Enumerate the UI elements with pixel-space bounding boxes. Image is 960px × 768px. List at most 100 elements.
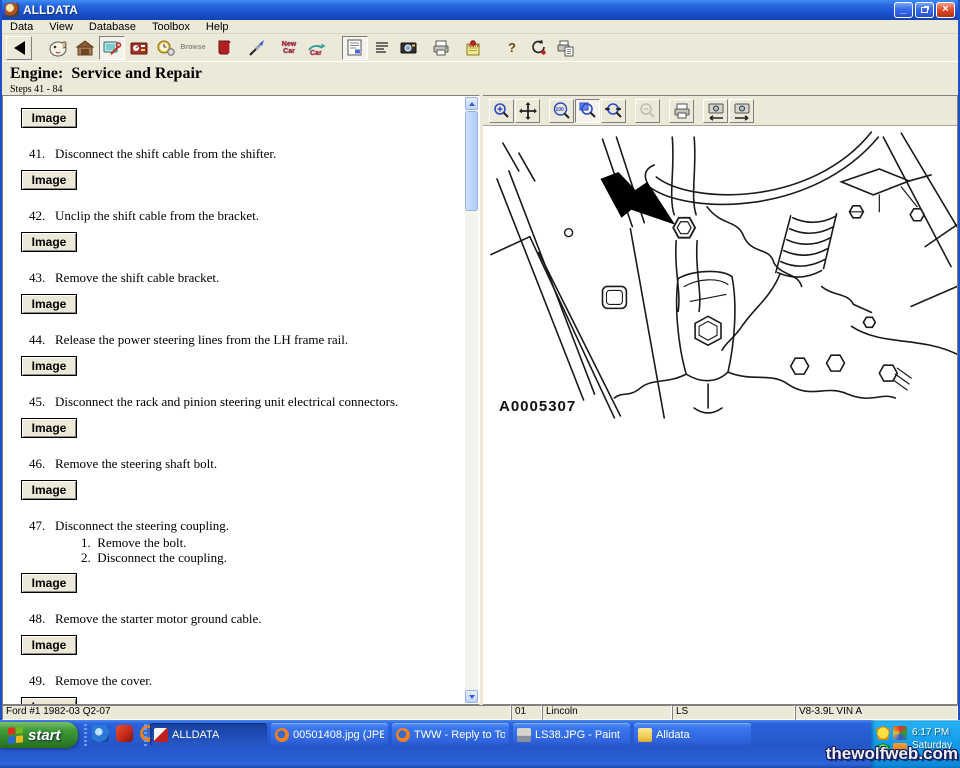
step-item-46: 46.Remove the steering shaft bolt. xyxy=(29,456,465,472)
previous-image-button[interactable] xyxy=(703,99,728,123)
view-image-button[interactable] xyxy=(396,36,422,60)
print-preview-button[interactable] xyxy=(553,36,579,60)
print-button[interactable] xyxy=(428,36,454,60)
image-button[interactable]: Image xyxy=(21,170,77,190)
note-pin-icon: NOTE xyxy=(463,38,483,58)
viewer-print-button[interactable] xyxy=(669,99,694,123)
shop-home-button[interactable] xyxy=(72,36,98,60)
image-button[interactable]: Image xyxy=(21,480,77,500)
figure-label: A0005307 xyxy=(499,398,576,415)
figure-canvas[interactable]: A0005307 xyxy=(483,126,957,704)
scroll-down-arrow[interactable] xyxy=(465,690,478,703)
step-item-45: 45.Disconnect the rack and pinion steeri… xyxy=(29,394,465,410)
step-item-41: 41.Disconnect the shift cable from the s… xyxy=(29,146,465,162)
taskbar: start ALLDATA 00501408.jpg (JPEG ... TWW… xyxy=(0,720,960,768)
repair-info-button[interactable] xyxy=(99,36,125,60)
step-number: 41. xyxy=(29,146,55,162)
next-image-button[interactable] xyxy=(729,99,754,123)
close-button[interactable]: × xyxy=(936,2,955,18)
watermark: thewolfweb.com xyxy=(826,744,958,764)
task-alldata-folder[interactable]: Alldata xyxy=(634,723,751,746)
image-button[interactable]: Image xyxy=(21,697,77,705)
tools-button[interactable] xyxy=(244,36,270,60)
image-button[interactable]: Image xyxy=(21,356,77,376)
refresh-button[interactable] xyxy=(526,36,552,60)
zoom-in-button[interactable] xyxy=(489,99,514,123)
image-button[interactable]: Image xyxy=(21,232,77,252)
task-firefox-image[interactable]: 00501408.jpg (JPEG ... xyxy=(271,723,388,746)
scroll-thumb[interactable] xyxy=(465,111,478,211)
step-number: 47. xyxy=(29,518,55,534)
refresh-icon xyxy=(529,38,549,58)
help-button[interactable]: ? xyxy=(499,36,525,60)
zoom-100-button[interactable]: 100 xyxy=(549,99,574,123)
firefox-task-icon xyxy=(275,728,289,742)
step-number: 49. xyxy=(29,673,55,689)
paint-task-icon xyxy=(517,728,531,742)
menu-data[interactable]: Data xyxy=(2,20,41,34)
menu-view[interactable]: View xyxy=(41,20,81,34)
zoom-out-icon xyxy=(638,101,658,121)
library-button[interactable] xyxy=(212,36,238,60)
tray-app-icon[interactable] xyxy=(893,726,907,740)
scroll-up-arrow[interactable] xyxy=(465,97,478,110)
step-number: 43. xyxy=(29,270,55,286)
zoom-fit-button[interactable] xyxy=(575,99,600,123)
zoom-in-icon xyxy=(492,101,512,121)
change-car-button[interactable]: Car xyxy=(303,36,329,60)
status-make: Lincoln xyxy=(542,705,672,720)
view-text-image-button[interactable] xyxy=(342,36,368,60)
task-alldata[interactable]: ALLDATA xyxy=(150,723,267,746)
view-text-button[interactable] xyxy=(369,36,395,60)
start-button[interactable]: start xyxy=(0,722,78,748)
step-item-44: 44.Release the power steering lines from… xyxy=(29,332,465,348)
zoom-out-button xyxy=(635,99,660,123)
status-vehicle-record: Ford #1 1982-03 Q2-07 xyxy=(2,705,511,720)
menu-help[interactable]: Help xyxy=(198,20,237,34)
task-paint[interactable]: LS38.JPG - Paint xyxy=(513,723,630,746)
text-view-icon xyxy=(372,38,392,58)
image-button[interactable]: Image xyxy=(21,573,77,593)
minimize-button[interactable]: _ xyxy=(894,2,913,18)
new-car-button[interactable]: NewCar xyxy=(276,36,302,60)
status-bar: Ford #1 1982-03 Q2-07 01 Lincoln LS V8-3… xyxy=(2,705,958,720)
back-button[interactable] xyxy=(6,36,32,60)
quicklaunch-handle[interactable] xyxy=(84,724,87,746)
menu-bar: Data View Database Toolbox Help xyxy=(2,20,958,34)
diagnostics-button[interactable] xyxy=(126,36,152,60)
mascot-button[interactable] xyxy=(45,36,71,60)
status-engine: V8-3.9L VIN A xyxy=(795,705,958,720)
title-bar: ALLDATA _ × xyxy=(2,0,958,20)
step-text: Release the power steering lines from th… xyxy=(55,332,348,347)
menu-database[interactable]: Database xyxy=(81,20,144,34)
start-label: start xyxy=(28,727,61,744)
pan-button[interactable] xyxy=(515,99,540,123)
firefox-task-icon xyxy=(396,728,410,742)
restore-button[interactable] xyxy=(915,2,934,18)
browse-label: Browse xyxy=(180,44,205,51)
zoom-width-button[interactable] xyxy=(601,99,626,123)
image-button[interactable]: Image xyxy=(21,108,77,128)
image-button[interactable]: Image xyxy=(21,418,77,438)
security-alert-icon[interactable] xyxy=(876,726,890,740)
windows-flag-icon xyxy=(8,726,24,744)
step-number: 45. xyxy=(29,394,55,410)
image-button[interactable]: Image xyxy=(21,635,77,655)
internet-explorer-icon[interactable] xyxy=(92,725,109,742)
taskband-handle[interactable] xyxy=(144,724,147,746)
task-firefox-forum[interactable]: TWW - Reply to Topic... xyxy=(392,723,509,746)
status-model: LS xyxy=(672,705,795,720)
svg-text:NOTE: NOTE xyxy=(469,43,480,48)
media-player-icon[interactable] xyxy=(116,725,133,742)
zoom-width-icon xyxy=(604,101,624,121)
menu-toolbox[interactable]: Toolbox xyxy=(144,20,198,34)
step-number: 44. xyxy=(29,332,55,348)
browse-button[interactable]: Browse xyxy=(180,36,206,60)
notes-button[interactable]: NOTE xyxy=(460,36,486,60)
monitor-wrench-icon xyxy=(102,38,122,58)
left-scrollbar[interactable] xyxy=(465,97,478,703)
procedure-text: Image 41.Disconnect the shift cable from… xyxy=(3,96,465,704)
maintenance-button[interactable] xyxy=(153,36,179,60)
image-button[interactable]: Image xyxy=(21,294,77,314)
step-item-43: 43.Remove the shift cable bracket. xyxy=(29,270,465,286)
